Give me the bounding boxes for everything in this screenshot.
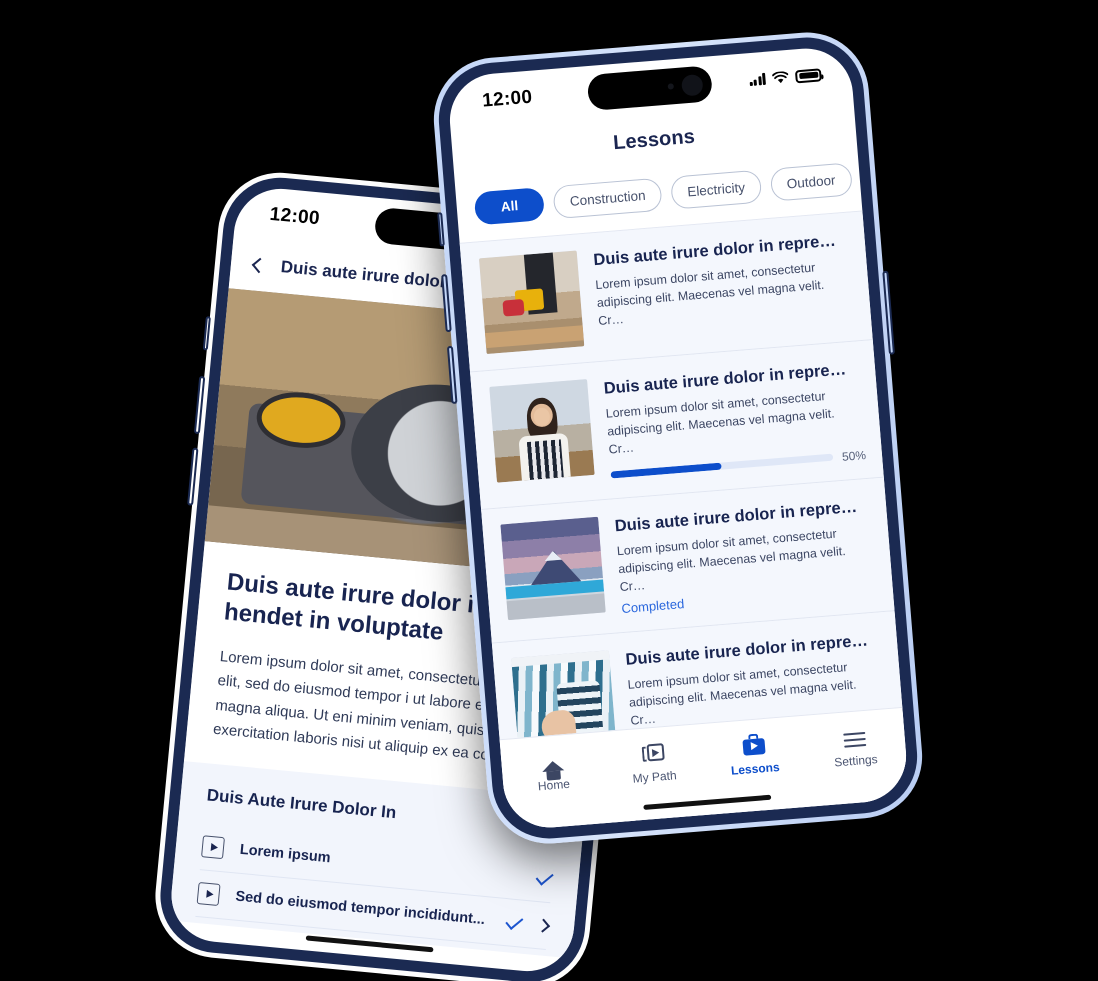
phone-bezel: 12:00 [434, 33, 922, 843]
mute-switch[interactable] [202, 316, 211, 351]
filter-chip-electricity[interactable]: Electricity [670, 169, 763, 210]
status-time: 12:00 [481, 86, 534, 112]
front-camera-icon [680, 73, 704, 97]
lesson-description: Lorem ipsum dolor sit amet, consectetur … [594, 260, 825, 328]
lesson-thumbnail [478, 250, 585, 355]
lesson-body: Duis aute irure dolor in repre… Lorem ip… [603, 357, 867, 482]
sensor-icon [667, 83, 675, 90]
tab-lessons[interactable]: Lessons [702, 729, 806, 780]
filter-chip-all[interactable]: All [473, 187, 546, 226]
phone-screen: 12:00 [446, 45, 910, 831]
lesson-thumbnail [500, 516, 606, 621]
tab-settings[interactable]: Settings [803, 721, 907, 772]
settings-menu-icon [842, 724, 866, 748]
status-time: 12:00 [268, 203, 321, 230]
lesson-body: Duis aute irure dolor in repre… Lorem ip… [593, 229, 856, 345]
lesson-description: Lorem ipsum dolor sit amet, consectetur … [605, 389, 836, 457]
mountain-and-storefront-photo [500, 516, 606, 621]
cellular-signal-icon [749, 72, 766, 87]
my-path-video-icon [641, 740, 665, 764]
home-icon [540, 748, 564, 772]
chevron-left-icon[interactable] [251, 257, 268, 273]
lesson-thumbnail [489, 379, 595, 483]
filter-chip-outdoor[interactable]: Outdoor [769, 162, 853, 202]
tab-label: Settings [833, 752, 879, 770]
progress-label: 50% [841, 447, 867, 464]
chevron-right-icon[interactable] [536, 918, 551, 933]
filter-chip-construction[interactable]: Construction [552, 177, 663, 220]
phone-chassis: 12:00 [429, 27, 927, 849]
battery-icon [794, 67, 822, 83]
circular-saw-cutting-wood-photo [478, 250, 585, 355]
tab-my-path[interactable]: My Path [601, 737, 705, 788]
tab-home[interactable]: Home [501, 745, 605, 796]
phone-front-lessons-list: 12:00 Lessons All Construction Electrici… [429, 27, 927, 849]
tab-label: My Path [632, 768, 678, 786]
lesson-row-title: Sed do eiusmod tempor incididunt... [234, 888, 486, 929]
status-icons [749, 67, 822, 87]
woman-in-apron-photo [489, 379, 595, 483]
lessons-bag-play-icon [741, 732, 766, 756]
check-icon [535, 868, 554, 886]
progress-bar [610, 454, 834, 479]
play-icon [196, 882, 221, 907]
play-icon [201, 835, 225, 860]
lesson-body: Duis aute irure dolor in repre… Lorem ip… [614, 495, 877, 616]
wifi-icon [771, 70, 789, 83]
check-icon [505, 912, 524, 930]
power-button[interactable] [882, 270, 895, 355]
tab-label: Lessons [730, 759, 781, 778]
mockup-stage: 12:00 Duis aute irure dolor in repre h D… [0, 0, 1098, 981]
volume-down-button[interactable] [187, 447, 199, 506]
dynamic-island [586, 65, 714, 112]
volume-up-button[interactable] [193, 375, 206, 435]
